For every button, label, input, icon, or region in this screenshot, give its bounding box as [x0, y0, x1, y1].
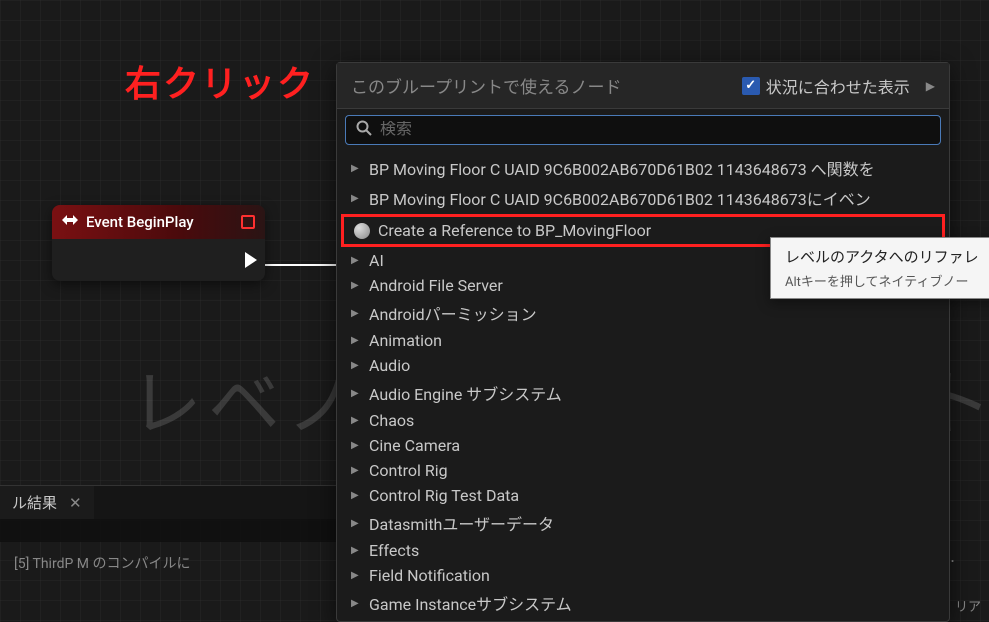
- menu-item-label: Effects: [369, 541, 419, 560]
- menu-list: ▶ BP Moving Floor C UAID 9C6B002AB670D61B…: [337, 151, 949, 621]
- menu-item-label: Animation: [369, 331, 442, 350]
- search-box[interactable]: [345, 115, 941, 145]
- menu-item[interactable]: ▶ Control Rig Test Data: [337, 483, 949, 508]
- annotation-right-click: 右クリック: [125, 55, 315, 107]
- bottom-right-label: リア: [955, 596, 981, 615]
- checkbox-label: 状況に合わせた表示: [766, 74, 910, 98]
- search-row: [337, 109, 949, 151]
- close-icon[interactable]: ✕: [69, 494, 82, 512]
- menu-item[interactable]: ▶ Audio: [337, 353, 949, 378]
- event-begin-play-node[interactable]: Event BeginPlay: [52, 205, 265, 281]
- results-tab[interactable]: ル結果 ✕: [0, 486, 94, 519]
- menu-item-label: Game Instanceサブシステム: [369, 591, 572, 615]
- menu-item[interactable]: ▶ Effects: [337, 538, 949, 563]
- event-node-title: Event BeginPlay: [86, 213, 233, 231]
- chevron-right-icon: ▶: [351, 255, 361, 266]
- menu-item[interactable]: ▶ BP Moving Floor C UAID 9C6B002AB670D61B…: [337, 183, 949, 213]
- exec-wire: [260, 264, 336, 266]
- tab-label: ル結果: [12, 492, 57, 513]
- chevron-right-icon: ▶: [351, 490, 361, 501]
- chevron-right-icon: ▶: [351, 163, 361, 174]
- event-node-body: [52, 239, 265, 281]
- exec-output-pin[interactable]: [245, 252, 257, 268]
- menu-item-label: Chaos: [369, 411, 414, 430]
- chevron-right-icon: ▶: [351, 360, 361, 371]
- node-context-menu: このブループリントで使えるノード ✓ 状況に合わせた表示 ▶ ▶ BP Movin…: [336, 62, 950, 622]
- menu-item-label: Create a Reference to BP_MovingFloor: [378, 221, 651, 240]
- menu-item-label: Field Notification: [369, 566, 490, 585]
- menu-item[interactable]: ▶ Control Rig: [337, 458, 949, 483]
- menu-item[interactable]: ▶ Game Instanceサブシステム: [337, 588, 949, 618]
- context-menu-header: このブループリントで使えるノード ✓ 状況に合わせた表示 ▶: [337, 63, 949, 109]
- chevron-right-icon: ▶: [351, 598, 361, 609]
- menu-item[interactable]: ▶ Field Notification: [337, 563, 949, 588]
- actor-icon: [354, 223, 370, 239]
- menu-item-label: Datasmithユーザーデータ: [369, 511, 554, 535]
- tooltip: レベルのアクタへのリファレ Altキーを押してネイティブノー: [770, 237, 989, 299]
- menu-item-label: Audio: [369, 356, 410, 375]
- chevron-right-icon: ▶: [351, 388, 361, 399]
- event-arrow-icon: [62, 213, 78, 231]
- context-menu-title: このブループリントで使えるノード: [351, 73, 726, 98]
- chevron-right-icon: ▶: [351, 465, 361, 476]
- menu-item-label: Android File Server: [369, 276, 503, 295]
- menu-item-label: AI: [369, 251, 384, 270]
- event-node-badge: [241, 215, 255, 229]
- menu-item-label: Cine Camera: [369, 436, 460, 455]
- chevron-right-icon: ▶: [351, 308, 361, 319]
- chevron-right-icon: ▶: [351, 280, 361, 291]
- chevron-right-icon[interactable]: ▶: [926, 79, 935, 93]
- menu-item-label: Androidパーミッション: [369, 301, 537, 325]
- tooltip-title: レベルのアクタへのリファレ: [785, 246, 985, 267]
- menu-item-label: Audio Engine サブシステム: [369, 381, 562, 405]
- results-panel: ル結果 ✕: [0, 485, 340, 542]
- menu-item[interactable]: ▶ BP Moving Floor C UAID 9C6B002AB670D61B…: [337, 153, 949, 183]
- menu-item[interactable]: ▶ Datasmithユーザーデータ: [337, 508, 949, 538]
- menu-item[interactable]: ▶ Cine Camera: [337, 433, 949, 458]
- tooltip-subtitle: Altキーを押してネイティブノー: [785, 271, 985, 290]
- menu-item-label: Control Rig: [369, 461, 448, 480]
- menu-item-label: BP Moving Floor C UAID 9C6B002AB670D61B0…: [369, 156, 875, 180]
- context-sensitive-toggle[interactable]: ✓ 状況に合わせた表示: [742, 74, 910, 98]
- event-node-header[interactable]: Event BeginPlay: [52, 205, 265, 239]
- menu-item[interactable]: ▶ Chaos: [337, 408, 949, 433]
- search-input[interactable]: [380, 121, 930, 139]
- chevron-right-icon: ▶: [351, 335, 361, 346]
- menu-item-label: Control Rig Test Data: [369, 486, 519, 505]
- chevron-right-icon: ▶: [351, 193, 361, 204]
- search-icon: [356, 120, 372, 140]
- menu-item[interactable]: ▶ Audio Engine サブシステム: [337, 378, 949, 408]
- background-watermark-left: レベノ: [130, 345, 364, 450]
- menu-item[interactable]: ▶ Animation: [337, 328, 949, 353]
- compile-message: [5] ThirdP M のコンパイルに: [14, 553, 190, 573]
- menu-item[interactable]: ▶ Androidパーミッション: [337, 298, 949, 328]
- chevron-right-icon: ▶: [351, 518, 361, 529]
- menu-item-label: BP Moving Floor C UAID 9C6B002AB670D61B0…: [369, 186, 871, 210]
- tab-bar: ル結果 ✕: [0, 486, 340, 519]
- chevron-right-icon: ▶: [351, 570, 361, 581]
- chevron-right-icon: ▶: [351, 440, 361, 451]
- checkbox-checked-icon: ✓: [742, 77, 760, 95]
- chevron-right-icon: ▶: [351, 415, 361, 426]
- chevron-right-icon: ▶: [351, 545, 361, 556]
